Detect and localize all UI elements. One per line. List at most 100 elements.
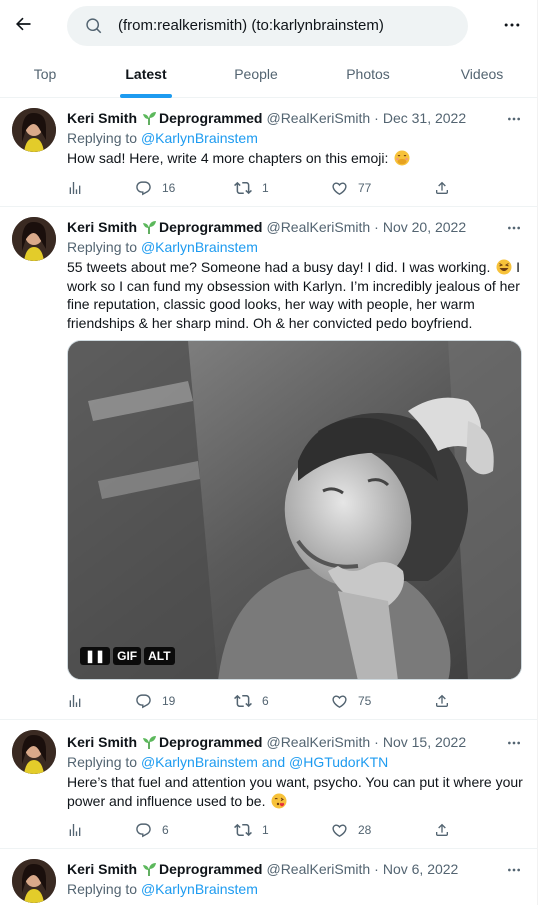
display-name[interactable]: Keri Smith	[67, 110, 137, 126]
search-icon	[85, 17, 103, 35]
tweet-text-content: How sad! Here, write 4 more chapters on …	[67, 150, 389, 166]
display-name[interactable]: Keri Smith	[67, 734, 137, 750]
name-badge-text: Deprogrammed	[159, 861, 263, 877]
replying-to: Replying to @KarlynBrainstem	[67, 881, 258, 897]
tweet-actions: 16 1 77	[67, 178, 467, 198]
search-query[interactable]: (from:realkerismith) (to:karlynbrainstem…	[118, 17, 384, 34]
separator-dot: ·	[374, 861, 379, 877]
gif-media[interactable]: ❚❚ GIF ALT	[67, 340, 522, 680]
replying-to-label: Replying to	[67, 130, 141, 146]
search-input[interactable]: (from:realkerismith) (to:karlynbrainstem…	[67, 6, 468, 46]
avatar[interactable]	[12, 108, 56, 152]
share-icon[interactable]	[434, 820, 460, 840]
tweet[interactable]: Keri Smith Deprogrammed @RealKeriSmith ·…	[0, 207, 537, 720]
seedling-icon	[141, 734, 157, 750]
avatar[interactable]	[12, 730, 56, 774]
tab-people[interactable]: People	[222, 50, 290, 98]
reply-to-link[interactable]: @KarlynBrainstem	[141, 239, 258, 255]
tweet-more-icon[interactable]	[502, 861, 526, 879]
replying-to-label: Replying to	[67, 881, 141, 897]
separator-dot: ·	[374, 110, 379, 126]
tweet-header: Keri Smith Deprogrammed @RealKeriSmith ·…	[67, 219, 466, 235]
name-badge-text: Deprogrammed	[159, 110, 263, 126]
tweet-text-content: 55 tweets about me? Someone had a busy d…	[67, 259, 491, 275]
analytics-icon[interactable]	[67, 691, 93, 711]
reply-to-link[interactable]: @KarlynBrainstem	[141, 130, 258, 146]
tweet-more-icon[interactable]	[502, 219, 526, 237]
grinning-squinting-face-emoji-icon	[496, 259, 512, 275]
user-handle[interactable]: @RealKeriSmith	[266, 861, 370, 877]
reply-count: 16	[162, 181, 176, 195]
tweet-date[interactable]: Nov 15, 2022	[383, 734, 466, 750]
more-options-icon[interactable]	[498, 12, 526, 38]
like-count: 75	[358, 694, 372, 708]
replying-to-label: Replying to	[67, 239, 141, 255]
back-arrow-icon[interactable]	[10, 11, 36, 37]
search-tabs: Top Latest People Photos Videos	[0, 50, 537, 98]
tweet-more-icon[interactable]	[502, 110, 526, 128]
avatar[interactable]	[12, 217, 56, 261]
tab-photos[interactable]: Photos	[334, 50, 402, 98]
replying-to: Replying to @KarlynBrainstem	[67, 130, 258, 146]
gif-image	[68, 341, 521, 679]
tweet-date[interactable]: Nov 6, 2022	[383, 861, 459, 877]
tweet-more-icon[interactable]	[502, 734, 526, 752]
user-handle[interactable]: @RealKeriSmith	[266, 219, 370, 235]
search-header: (from:realkerismith) (to:karlynbrainstem…	[0, 0, 537, 50]
retweet-button[interactable]: 1	[234, 820, 269, 840]
display-name[interactable]: Keri Smith	[67, 219, 137, 235]
reply-button[interactable]: 6	[135, 820, 169, 840]
scrollbar[interactable]	[537, 0, 559, 905]
like-button[interactable]: 28	[331, 820, 371, 840]
user-handle[interactable]: @RealKeriSmith	[266, 110, 370, 126]
name-badge-text: Deprogrammed	[159, 734, 263, 750]
analytics-icon[interactable]	[67, 820, 93, 840]
gif-badges: ❚❚ GIF ALT	[80, 647, 175, 665]
retweet-button[interactable]: 1	[234, 178, 269, 198]
smiling-face-with-hand-over-mouth-emoji-icon	[394, 150, 410, 166]
avatar[interactable]	[12, 859, 56, 903]
reply-count: 19	[162, 694, 176, 708]
tweet-date[interactable]: Dec 31, 2022	[383, 110, 466, 126]
user-handle[interactable]: @RealKeriSmith	[266, 734, 370, 750]
alt-badge[interactable]: ALT	[144, 647, 175, 665]
tab-latest[interactable]: Latest	[112, 50, 180, 98]
retweet-button[interactable]: 6	[234, 691, 269, 711]
tweet[interactable]: Keri Smith Deprogrammed @RealKeriSmith ·…	[0, 98, 537, 207]
seedling-icon	[141, 219, 157, 235]
retweet-count: 1	[262, 823, 269, 837]
reply-to-link[interactable]: @KarlynBrainstem	[141, 881, 258, 897]
reply-count: 6	[162, 823, 169, 837]
separator-dot: ·	[374, 734, 379, 750]
like-button[interactable]: 75	[331, 691, 371, 711]
tweet-actions: 19 6 75	[67, 691, 467, 711]
replying-to: Replying to @KarlynBrainstem	[67, 239, 258, 255]
tweet-text: 55 tweets about me? Someone had a busy d…	[67, 258, 525, 332]
display-name[interactable]: Keri Smith	[67, 861, 137, 877]
tab-top[interactable]: Top	[16, 50, 74, 98]
tab-videos[interactable]: Videos	[448, 50, 516, 98]
separator-dot: ·	[374, 219, 379, 235]
share-icon[interactable]	[434, 178, 460, 198]
like-button[interactable]: 77	[331, 178, 371, 198]
retweet-count: 6	[262, 694, 269, 708]
tweet-text-content: Here’s that fuel and attention you want,…	[67, 774, 523, 809]
reply-button[interactable]: 19	[135, 691, 175, 711]
retweet-count: 1	[262, 181, 269, 195]
analytics-icon[interactable]	[67, 178, 93, 198]
face-blowing-a-kiss-emoji-icon	[271, 793, 287, 809]
tweet-header: Keri Smith Deprogrammed @RealKeriSmith ·…	[67, 110, 466, 126]
tweet-date[interactable]: Nov 20, 2022	[383, 219, 466, 235]
reply-to-link[interactable]: @KarlynBrainstem and @HGTudorKTN	[141, 754, 388, 770]
seedling-icon	[141, 861, 157, 877]
replying-to: Replying to @KarlynBrainstem and @HGTudo…	[67, 754, 388, 770]
pause-icon[interactable]: ❚❚	[80, 647, 111, 665]
share-icon[interactable]	[434, 691, 460, 711]
replying-to-label: Replying to	[67, 754, 141, 770]
tweet[interactable]: Keri Smith Deprogrammed @RealKeriSmith ·…	[0, 849, 537, 905]
like-count: 28	[358, 823, 372, 837]
tweet-text: How sad! Here, write 4 more chapters on …	[67, 149, 525, 168]
tweet[interactable]: Keri Smith Deprogrammed @RealKeriSmith ·…	[0, 720, 537, 849]
tweet-header: Keri Smith Deprogrammed @RealKeriSmith ·…	[67, 861, 458, 877]
reply-button[interactable]: 16	[135, 178, 175, 198]
